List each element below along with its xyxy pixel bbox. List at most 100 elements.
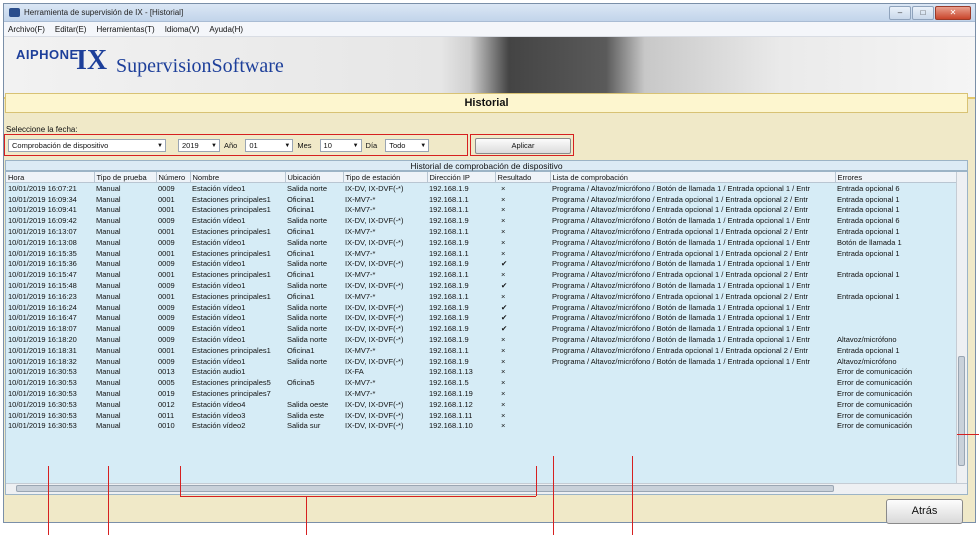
table-cell: Salida norte — [287, 183, 328, 193]
table-cell: 0012 — [158, 399, 175, 409]
apply-group: Aplicar — [470, 134, 574, 156]
table-row[interactable]: 10/01/2019 16:18:31 Manual 0001 Estaciones … — [6, 345, 966, 356]
table-cell: Manual — [96, 367, 121, 377]
table-cell: Estación vídeo1 — [192, 259, 246, 269]
year-select[interactable]: 2019 ▼ — [178, 138, 220, 152]
table-cell: Entrada opcional 1 — [837, 227, 900, 237]
table-cell: Estación vídeo1 — [192, 237, 246, 247]
table-row[interactable]: 10/01/2019 16:18:20 Manual 0009 Estación ví… — [6, 334, 966, 345]
column-header[interactable]: Ubicación — [285, 172, 344, 183]
column-header[interactable]: Número — [156, 172, 191, 183]
table-cell: IX-MV7-* — [345, 248, 376, 258]
table-cell: Estaciones principales5 — [192, 378, 271, 388]
table-row[interactable]: 10/01/2019 16:16:23 Manual 0001 Estaciones … — [6, 291, 966, 302]
back-button[interactable]: Atrás — [886, 499, 963, 524]
table-cell: Salida norte — [287, 313, 328, 323]
table-cell: Salida sur — [287, 421, 321, 431]
column-header[interactable]: Nombre — [190, 172, 286, 183]
column-header[interactable]: Hora — [6, 172, 95, 183]
horizontal-scroll-thumb[interactable] — [16, 485, 834, 492]
column-header[interactable]: Lista de comprobación — [550, 172, 836, 183]
table-row[interactable]: 10/01/2019 16:30:53 Manual 0005 Estaciones … — [6, 377, 966, 388]
vertical-scroll-thumb[interactable] — [958, 356, 965, 466]
table-row[interactable]: 10/01/2019 16:30:53 Manual 0012 Estación ví… — [6, 399, 966, 410]
menu-idioma[interactable]: Idioma(V) — [165, 25, 200, 34]
table-row[interactable]: 10/01/2019 16:09:42 Manual 0009 Estación ví… — [6, 215, 966, 226]
scope-select[interactable]: Todo ▼ — [385, 138, 430, 152]
result-cell: × — [501, 335, 506, 345]
column-header[interactable]: Errores — [835, 172, 967, 183]
result-cell: ✔ — [501, 281, 508, 291]
table-row[interactable]: 10/01/2019 16:15:35 Manual 0001 Estaciones … — [6, 248, 966, 259]
table-row[interactable]: 10/01/2019 16:09:41 Manual 0001 Estaciones … — [6, 205, 966, 216]
callout-line — [306, 496, 307, 535]
table-cell: 192.168.1.10 — [429, 421, 473, 431]
apply-button[interactable]: Aplicar — [475, 138, 571, 154]
table-row[interactable]: 10/01/2019 16:13:08 Manual 0009 Estación ví… — [6, 237, 966, 248]
column-header[interactable]: Tipo de prueba — [94, 172, 157, 183]
maximize-icon[interactable]: □ — [912, 5, 934, 20]
menu-editar[interactable]: Editar(E) — [55, 25, 87, 34]
table-cell: Salida norte — [287, 237, 328, 247]
table-cell: Entrada opcional 1 — [837, 291, 900, 301]
callout-line — [180, 496, 536, 497]
table-row[interactable]: 10/01/2019 16:13:07 Manual 0001 Estaciones … — [6, 226, 966, 237]
table-row[interactable]: 10/01/2019 16:30:53 Manual 0019 Estaciones … — [6, 388, 966, 399]
table-cell: Manual — [96, 335, 121, 345]
table-cell: 192.168.1.9 — [429, 237, 469, 247]
table-cell: Manual — [96, 248, 121, 258]
table-row[interactable]: 10/01/2019 16:30:53 Manual 0010 Estación ví… — [6, 421, 966, 432]
table-cell: IX-MV7-* — [345, 291, 376, 301]
table-cell: Altavoz/micrófono — [837, 356, 897, 366]
close-icon[interactable]: ✕ — [935, 5, 971, 20]
table-row[interactable]: 10/01/2019 16:15:36 Manual 0009 Estación ví… — [6, 259, 966, 270]
table-row[interactable]: 10/01/2019 16:15:48 Manual 0009 Estación ví… — [6, 280, 966, 291]
history-grid[interactable]: Hora Tipo de prueba Número Nombre Ubicación T… — [5, 171, 968, 495]
chevron-down-icon: ▼ — [352, 142, 359, 149]
table-row[interactable]: 10/01/2019 16:16:47 Manual 0009 Estación ví… — [6, 313, 966, 324]
table-cell: IX-MV7-* — [345, 345, 376, 355]
table-cell: IX-DV, IX-DVF(-*) — [345, 335, 404, 345]
table-row[interactable]: 10/01/2019 16:09:34 Manual 0001 Estaciones … — [6, 194, 966, 205]
page-title: Historial — [5, 93, 968, 113]
menu-ayuda[interactable]: Ayuda(H) — [209, 25, 243, 34]
table-cell: Manual — [96, 389, 121, 399]
table-cell: IX-MV7-* — [345, 205, 376, 215]
table-cell: 10/01/2019 16:18:32 — [8, 356, 77, 366]
table-cell: Manual — [96, 194, 121, 204]
column-header[interactable]: Tipo de estación — [343, 172, 428, 183]
table-row[interactable]: 10/01/2019 16:30:53 Manual 0013 Estación au… — [6, 367, 966, 378]
table-row[interactable]: 10/01/2019 16:15:47 Manual 0001 Estaciones … — [6, 269, 966, 280]
horizontal-scrollbar[interactable] — [6, 483, 967, 494]
result-cell: × — [501, 345, 506, 355]
day-select[interactable]: 10 ▼ — [319, 138, 362, 152]
menu-herramientas[interactable]: Herramientas(T) — [96, 25, 154, 34]
check-type-select[interactable]: Comprobación de dispositivo ▼ — [8, 138, 166, 152]
table-cell: Estación vídeo3 — [192, 410, 246, 420]
table-row[interactable]: 10/01/2019 16:16:24 Manual 0009 Estación ví… — [6, 302, 966, 313]
table-cell: IX-DV, IX-DVF(-*) — [345, 259, 404, 269]
callout-line — [957, 434, 979, 435]
table-cell: 192.168.1.9 — [429, 302, 469, 312]
table-row[interactable]: 10/01/2019 16:30:53 Manual 0011 Estación ví… — [6, 410, 966, 421]
table-row[interactable]: 10/01/2019 16:07:21 Manual 0009 Estación ví… — [6, 183, 966, 194]
table-cell — [835, 323, 966, 334]
table-cell: Manual — [96, 237, 121, 247]
month-select[interactable]: 01 ▼ — [245, 138, 294, 152]
column-header[interactable]: Resultado — [495, 172, 551, 183]
menu-archivo[interactable]: Archivo(F) — [8, 25, 45, 34]
vertical-scrollbar[interactable] — [956, 172, 967, 484]
table-cell: Manual — [96, 270, 121, 280]
table-cell — [550, 421, 835, 432]
table-cell: Error de comunicación — [837, 367, 913, 377]
table-cell: Entrada opcional 1 — [837, 194, 900, 204]
result-cell: × — [501, 183, 506, 193]
table-header-row: Hora Tipo de prueba Número Nombre Ubicación T… — [6, 172, 967, 183]
minimize-icon[interactable]: – — [889, 5, 911, 20]
table-cell: Estaciones principales7 — [192, 389, 271, 399]
table-cell: 10/01/2019 16:15:36 — [8, 259, 77, 269]
table-row[interactable]: 10/01/2019 16:18:32 Manual 0009 Estación ví… — [6, 356, 966, 367]
result-cell: × — [501, 216, 506, 226]
column-header[interactable]: Dirección IP — [427, 172, 496, 183]
table-row[interactable]: 10/01/2019 16:18:07 Manual 0009 Estación ví… — [6, 323, 966, 334]
